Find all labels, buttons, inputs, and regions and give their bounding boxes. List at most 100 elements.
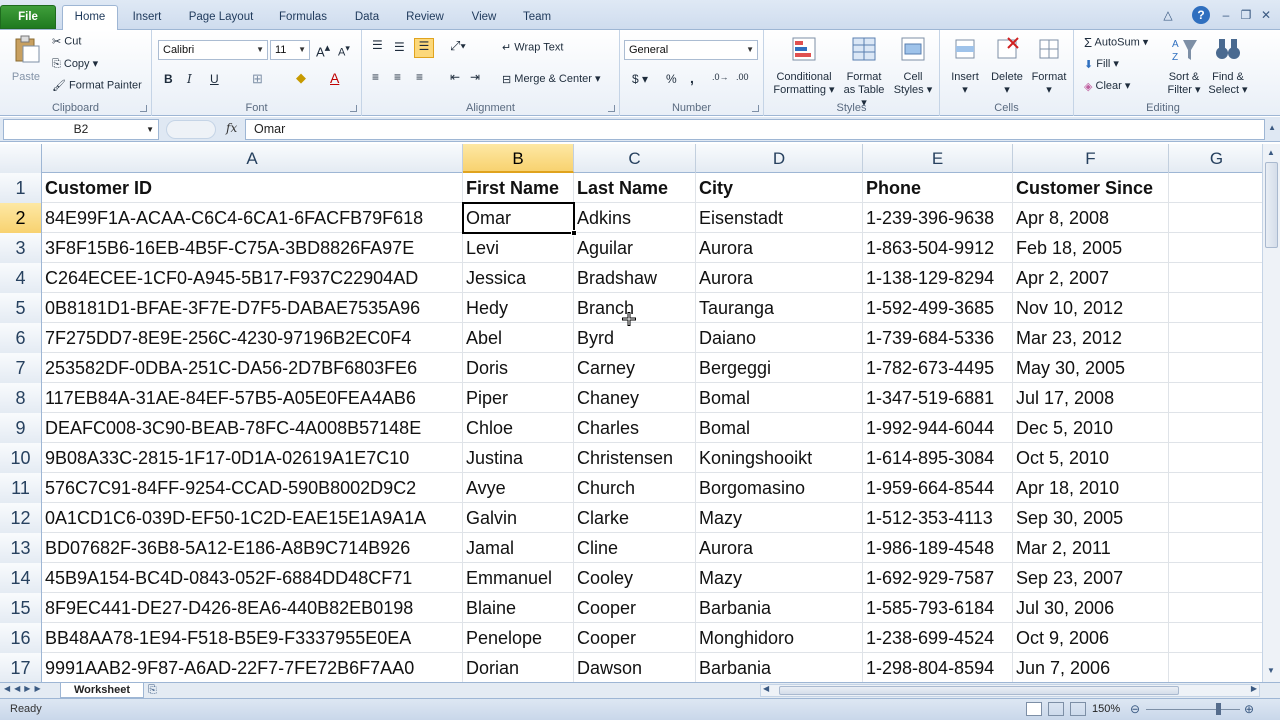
cell[interactable]: Oct 9, 2006: [1013, 623, 1169, 653]
zoom-slider[interactable]: [1146, 709, 1240, 710]
cell[interactable]: [1169, 593, 1262, 623]
cell[interactable]: Apr 8, 2008: [1013, 203, 1169, 233]
align-bottom-icon[interactable]: ☰: [414, 38, 434, 58]
cell[interactable]: Cline: [574, 533, 696, 563]
cell[interactable]: Oct 5, 2010: [1013, 443, 1169, 473]
cell[interactable]: Mar 2, 2011: [1013, 533, 1169, 563]
cell[interactable]: [1169, 323, 1262, 353]
cell[interactable]: 45B9A154-BC4D-0843-052F-6884DD48CF71: [42, 563, 463, 593]
cell[interactable]: 8F9EC441-DE27-D426-8EA6-440B82EB0198: [42, 593, 463, 623]
italic-button[interactable]: I: [187, 72, 192, 86]
cell[interactable]: 1-739-684-5336: [863, 323, 1013, 353]
column-header-f[interactable]: F: [1013, 144, 1169, 173]
row-header[interactable]: 12: [0, 503, 42, 533]
decrease-decimal-icon[interactable]: .00: [736, 72, 749, 82]
cell[interactable]: Apr 18, 2010: [1013, 473, 1169, 503]
header-cell[interactable]: Customer ID: [42, 173, 463, 203]
row-header[interactable]: 5: [0, 293, 42, 323]
cell[interactable]: 0A1CD1C6-039D-EF50-1C2D-EAE15E1A9A1A: [42, 503, 463, 533]
cell[interactable]: 1-347-519-6881: [863, 383, 1013, 413]
increase-decimal-icon[interactable]: .0→: [712, 72, 729, 82]
copy-button[interactable]: ⎘ Copy ▾: [52, 57, 98, 71]
cell[interactable]: Bomal: [696, 383, 863, 413]
row-header[interactable]: 17: [0, 653, 42, 682]
header-cell[interactable]: [1169, 173, 1262, 203]
cell[interactable]: DEAFC008-3C90-BEAB-78FC-4A008B57148E: [42, 413, 463, 443]
row-header[interactable]: 15: [0, 593, 42, 623]
cell[interactable]: Dorian: [463, 653, 574, 682]
merge-center-button[interactable]: ⊟ Merge & Center ▾: [502, 72, 601, 86]
wrap-text-button[interactable]: ↵ Wrap Text: [502, 41, 563, 54]
tab-insert[interactable]: Insert: [122, 6, 172, 28]
increase-indent-icon[interactable]: ⇥: [470, 70, 480, 84]
row-header[interactable]: 11: [0, 473, 42, 503]
cell[interactable]: Mar 23, 2012: [1013, 323, 1169, 353]
cell[interactable]: Blaine: [463, 593, 574, 623]
cell[interactable]: 1-614-895-3084: [863, 443, 1013, 473]
row-header[interactable]: 13: [0, 533, 42, 563]
cell[interactable]: 1-239-396-9638: [863, 203, 1013, 233]
horizontal-scroll-thumb[interactable]: [779, 686, 1179, 695]
cell[interactable]: [1169, 503, 1262, 533]
cell[interactable]: Cooper: [574, 623, 696, 653]
header-cell[interactable]: Phone: [863, 173, 1013, 203]
cell[interactable]: Abel: [463, 323, 574, 353]
font-size-select[interactable]: 11 ▼: [270, 40, 310, 60]
format-cells-button[interactable]: Format ▾: [1028, 34, 1070, 97]
cell[interactable]: Borgomasino: [696, 473, 863, 503]
fill-button[interactable]: ⬇ Fill ▾: [1084, 57, 1119, 71]
format-as-table-button[interactable]: Format as Table ▾: [840, 34, 888, 110]
page-layout-view-icon[interactable]: [1048, 702, 1064, 716]
paste-button[interactable]: Paste: [6, 34, 46, 84]
cell[interactable]: 1-986-189-4548: [863, 533, 1013, 563]
cell[interactable]: Chaney: [574, 383, 696, 413]
sheet-navigation-icons[interactable]: ◀◀▶▶: [4, 684, 45, 693]
cell[interactable]: Levi: [463, 233, 574, 263]
expand-formula-icon[interactable]: ▲: [1268, 123, 1276, 132]
zoom-out-icon[interactable]: ⊖: [1130, 702, 1140, 716]
percent-button[interactable]: %: [666, 72, 677, 86]
cell[interactable]: Barbania: [696, 593, 863, 623]
cell[interactable]: Aguilar: [574, 233, 696, 263]
row-header[interactable]: 6: [0, 323, 42, 353]
bold-button[interactable]: B: [164, 72, 173, 86]
cell[interactable]: Bradshaw: [574, 263, 696, 293]
cell[interactable]: Tauranga: [696, 293, 863, 323]
row-header[interactable]: 9: [0, 413, 42, 443]
cell[interactable]: Chloe: [463, 413, 574, 443]
cell[interactable]: Barbania: [696, 653, 863, 682]
cell[interactable]: Jul 30, 2006: [1013, 593, 1169, 623]
cell[interactable]: 3F8F15B6-16EB-4B5F-C75A-3BD8826FA97E: [42, 233, 463, 263]
row-header[interactable]: 10: [0, 443, 42, 473]
minimize-icon[interactable]: –: [1218, 8, 1234, 22]
help-icon[interactable]: ?: [1192, 6, 1210, 24]
cell[interactable]: Nov 10, 2012: [1013, 293, 1169, 323]
page-break-view-icon[interactable]: [1070, 702, 1086, 716]
tab-home[interactable]: Home: [62, 5, 118, 31]
cell[interactable]: May 30, 2005: [1013, 353, 1169, 383]
cell[interactable]: 1-512-353-4113: [863, 503, 1013, 533]
comma-button[interactable]: ,: [690, 70, 694, 86]
normal-view-icon[interactable]: [1026, 702, 1042, 716]
cell[interactable]: Monghidoro: [696, 623, 863, 653]
vertical-scroll-thumb[interactable]: [1265, 162, 1278, 248]
tab-review[interactable]: Review: [398, 6, 452, 28]
column-header-a[interactable]: A: [42, 144, 463, 173]
cell[interactable]: Omar: [463, 203, 574, 233]
cell[interactable]: [1169, 533, 1262, 563]
align-middle-icon[interactable]: ☰: [394, 40, 405, 54]
column-header-b[interactable]: B: [463, 144, 574, 173]
horizontal-scrollbar[interactable]: ◀ ▶: [760, 684, 1260, 697]
cell[interactable]: [1169, 293, 1262, 323]
font-name-select[interactable]: Calibri ▼: [158, 40, 268, 60]
cell[interactable]: 9B08A33C-2815-1F17-0D1A-02619A1E7C10: [42, 443, 463, 473]
cell[interactable]: 1-692-929-7587: [863, 563, 1013, 593]
name-box[interactable]: B2 ▼: [3, 119, 159, 140]
close-icon[interactable]: ✕: [1258, 8, 1274, 22]
cell[interactable]: 1-592-499-3685: [863, 293, 1013, 323]
decrease-indent-icon[interactable]: ⇤: [450, 70, 460, 84]
cell[interactable]: 0B8181D1-BFAE-3F7E-D7F5-DABAE7535A96: [42, 293, 463, 323]
align-top-icon[interactable]: ☰: [372, 38, 383, 52]
cell[interactable]: [1169, 263, 1262, 293]
cell[interactable]: Bomal: [696, 413, 863, 443]
